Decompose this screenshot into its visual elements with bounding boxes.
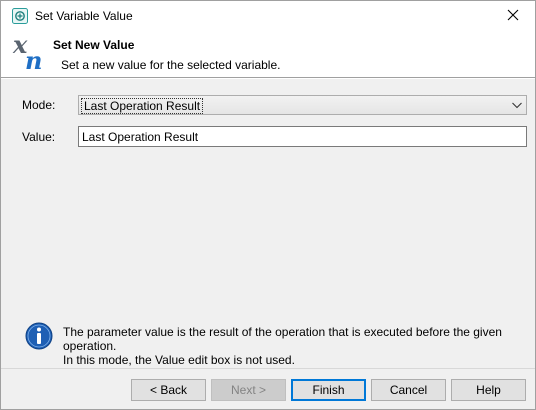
info-text-line-1: The parameter value is the result of the… (63, 325, 502, 353)
close-icon (507, 9, 519, 24)
set-variable-value-dialog: Set Variable Value x n Set New Value Set… (0, 0, 536, 410)
close-button[interactable] (491, 1, 535, 31)
variable-xn-icon: x n (11, 30, 47, 75)
svg-text:n: n (25, 46, 42, 73)
header-title: Set New Value (53, 38, 135, 52)
title-bar: Set Variable Value (1, 1, 535, 31)
window-title: Set Variable Value (35, 9, 133, 23)
value-field[interactable]: Last Operation Result (78, 126, 527, 147)
footer-divider (1, 368, 535, 369)
header-divider (1, 77, 535, 79)
info-message: The parameter value is the result of the… (63, 325, 529, 367)
info-text-line-2: In this mode, the Value edit box is not … (63, 353, 295, 367)
app-icon (12, 8, 28, 24)
mode-select-value: Last Operation Result (81, 98, 204, 114)
header-subtitle: Set a new value for the selected variabl… (61, 58, 281, 72)
next-button[interactable]: Next > (211, 379, 286, 401)
mode-label: Mode: (22, 98, 56, 112)
cancel-button[interactable]: Cancel (371, 379, 446, 401)
chevron-down-icon (511, 99, 523, 111)
back-button[interactable]: < Back (131, 379, 206, 401)
info-icon (25, 321, 53, 351)
wizard-header: x n Set New Value Set a new value for th… (1, 30, 535, 77)
help-button[interactable]: Help (451, 379, 526, 401)
finish-button[interactable]: Finish (291, 379, 366, 401)
value-label: Value: (22, 130, 56, 144)
mode-select[interactable]: Last Operation Result (78, 95, 527, 115)
